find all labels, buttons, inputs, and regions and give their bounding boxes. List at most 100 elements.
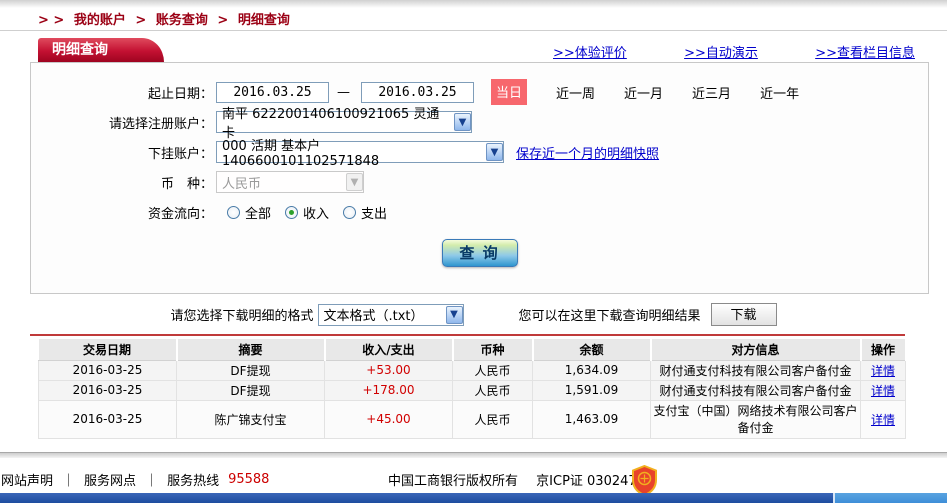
sub-account-row: 下挂账户： 000 活期 基本户 1406600101102571848 ▼ 保… — [31, 139, 928, 169]
view-column-info-link[interactable]: >>查看栏目信息 — [815, 42, 915, 61]
breadcrumb-prefix: > > — [38, 13, 65, 28]
download-row: 请您选择下载明细的格式 文本格式（.txt） ▼ 您可以在这里下载查询明细结果 … — [0, 303, 947, 326]
radio-icon-expense[interactable] — [343, 205, 357, 219]
chevron-down-icon: ▼ — [445, 305, 463, 324]
toolbar-links: >>体验评价 >>自动演示 >>查看栏目信息 — [553, 42, 915, 61]
footer-separator: ｜ — [62, 474, 76, 489]
detail-link[interactable]: 详情 — [871, 364, 895, 378]
currency-row: 币 种： 人民币 ▼ — [31, 169, 928, 195]
col-currency: 币种 — [452, 339, 534, 361]
cell-currency: 人民币 — [452, 379, 533, 401]
currency-value: 人民币 — [222, 176, 262, 192]
fund-flow-row: 资金流向： 全部 收入 支出 — [31, 199, 928, 225]
top-fade-strip — [0, 0, 947, 8]
cell-balance: 1,463.09 — [532, 399, 651, 439]
col-summary: 摘要 — [176, 339, 326, 361]
today-badge-button[interactable]: 当日 — [491, 79, 528, 105]
tab-detail-query[interactable]: 明细查询 — [38, 38, 164, 62]
sub-account-select[interactable]: 000 活期 基本户 1406600101102571848 ▼ — [216, 139, 504, 169]
range-last-month[interactable]: 近一月 — [624, 83, 663, 102]
footer-links: 网站声明 ｜ 服务网点 ｜ 服务热线 95588 — [1, 470, 278, 489]
register-account-label: 请选择注册账户： — [108, 116, 213, 132]
cell-amount: +178.00 — [324, 379, 453, 401]
cell-summary: DF提现 — [176, 379, 325, 401]
table-row: 2016-03-25 DF提现 +178.00 人民币 1,591.09 财付通… — [38, 379, 906, 401]
date-range-label: 起止日期： — [147, 86, 213, 102]
radio-icon-all[interactable] — [227, 205, 240, 219]
sub-account-label: 下挂账户： — [147, 146, 213, 162]
transaction-table: 交易日期 摘要 收入/支出 币种 余额 对方信息 操作 2016-03-25 D… — [38, 339, 907, 439]
col-counterparty: 对方信息 — [650, 339, 862, 361]
auto-demo-link[interactable]: >>自动演示 — [684, 42, 758, 61]
header-divider — [0, 30, 947, 31]
col-amount: 收入/支出 — [324, 339, 454, 361]
site-statement-link[interactable]: 网站声明 — [1, 470, 53, 489]
flow-option-expense[interactable]: 支出 — [343, 203, 387, 222]
cell-currency: 人民币 — [452, 359, 533, 381]
save-snapshot-link[interactable]: 保存近一个月的明细快照 — [516, 143, 659, 162]
experience-review-link[interactable]: >>体验评价 — [553, 42, 627, 61]
download-format-select[interactable]: 文本格式（.txt） ▼ — [317, 303, 464, 326]
cell-date: 2016-03-25 — [38, 399, 177, 439]
hotline-label: 服务热线 — [167, 474, 220, 489]
breadcrumb-separator: > — [217, 13, 229, 28]
flow-income-label: 收入 — [303, 206, 330, 222]
register-account-row: 请选择注册账户： 南平 6222001406100921065 灵通卡 ▼ — [31, 107, 928, 141]
copyright-text: 中国工商银行版权所有 — [388, 474, 519, 489]
download-format-label: 请您选择下载明细的格式 — [170, 309, 314, 324]
footer-copyright: 中国工商银行版权所有 京ICP证 030247号 — [388, 470, 650, 489]
cell-balance: 1,634.09 — [532, 359, 651, 381]
footer: 网站声明 ｜ 服务网点 ｜ 服务热线 95588 中国工商银行版权所有 京ICP… — [0, 464, 947, 497]
detail-link[interactable]: 详情 — [871, 384, 895, 398]
col-action: 操作 — [860, 339, 907, 361]
bottom-status-bar — [0, 493, 947, 503]
query-form-panel: 起止日期： — 当日 近一周 近一月 近三月 近一年 请选择注册账户： 南平 6… — [30, 62, 929, 294]
cell-amount: +53.00 — [324, 359, 453, 381]
register-account-select[interactable]: 南平 6222001406100921065 灵通卡 ▼ — [216, 107, 472, 141]
footer-divider — [0, 452, 947, 458]
detail-link[interactable]: 详情 — [871, 413, 895, 427]
table-top-divider — [30, 334, 905, 336]
chevron-down-icon: ▼ — [486, 143, 503, 161]
cell-balance: 1,591.09 — [532, 379, 651, 401]
cell-currency: 人民币 — [452, 399, 533, 439]
range-last-year[interactable]: 近一年 — [760, 83, 799, 102]
flow-option-all[interactable]: 全部 — [227, 203, 271, 222]
table-row: 2016-03-25 陈广锦支付宝 +45.00 人民币 1,463.09 支付… — [38, 399, 906, 439]
breadcrumb-separator: > — [135, 13, 147, 28]
download-format-value: 文本格式（.txt） — [323, 309, 424, 324]
bottom-bar-segment — [833, 493, 947, 503]
cell-counterparty: 财付通支付科技有限公司客户备付金 — [650, 359, 861, 381]
service-branch-link[interactable]: 服务网点 — [84, 470, 136, 489]
breadcrumb-account-query[interactable]: 账务查询 — [156, 13, 208, 28]
range-last-quarter[interactable]: 近三月 — [692, 83, 731, 102]
cell-date: 2016-03-25 — [38, 359, 177, 381]
cell-counterparty: 支付宝（中国）网络技术有限公司客户备付金 — [650, 399, 861, 439]
breadcrumb-my-account[interactable]: 我的账户 — [74, 13, 126, 28]
cell-counterparty: 财付通支付科技有限公司客户备付金 — [650, 379, 861, 401]
chevron-down-icon: ▼ — [346, 173, 363, 191]
breadcrumb-detail-query: 明细查询 — [237, 13, 290, 28]
sub-account-value: 000 活期 基本户 1406600101102571848 — [222, 139, 380, 169]
footer-separator: ｜ — [145, 474, 159, 489]
icp-seal-icon[interactable] — [631, 464, 658, 497]
flow-option-income[interactable]: 收入 — [285, 203, 329, 222]
date-range-row: 起止日期： — 当日 近一周 近一月 近三月 近一年 — [31, 79, 928, 105]
cell-amount: +45.00 — [324, 399, 453, 439]
cell-summary: 陈广锦支付宝 — [176, 399, 325, 439]
flow-all-label: 全部 — [245, 206, 272, 222]
currency-label: 币 种： — [160, 176, 213, 192]
col-balance: 余额 — [532, 339, 652, 361]
flow-expense-label: 支出 — [361, 206, 388, 222]
radio-icon-income-checked[interactable] — [285, 205, 299, 219]
download-button[interactable]: 下载 — [710, 303, 777, 326]
breadcrumb: > > 我的账户 > 账务查询 > 明细查询 — [38, 9, 295, 28]
chevron-down-icon: ▼ — [454, 113, 471, 131]
cell-date: 2016-03-25 — [38, 379, 177, 401]
fund-flow-label: 资金流向： — [147, 206, 213, 222]
date-from-input[interactable] — [216, 81, 329, 103]
range-last-week[interactable]: 近一周 — [556, 83, 595, 102]
date-dash: — — [337, 84, 350, 100]
date-to-input[interactable] — [361, 81, 474, 103]
query-button[interactable]: 查 询 — [441, 239, 518, 267]
